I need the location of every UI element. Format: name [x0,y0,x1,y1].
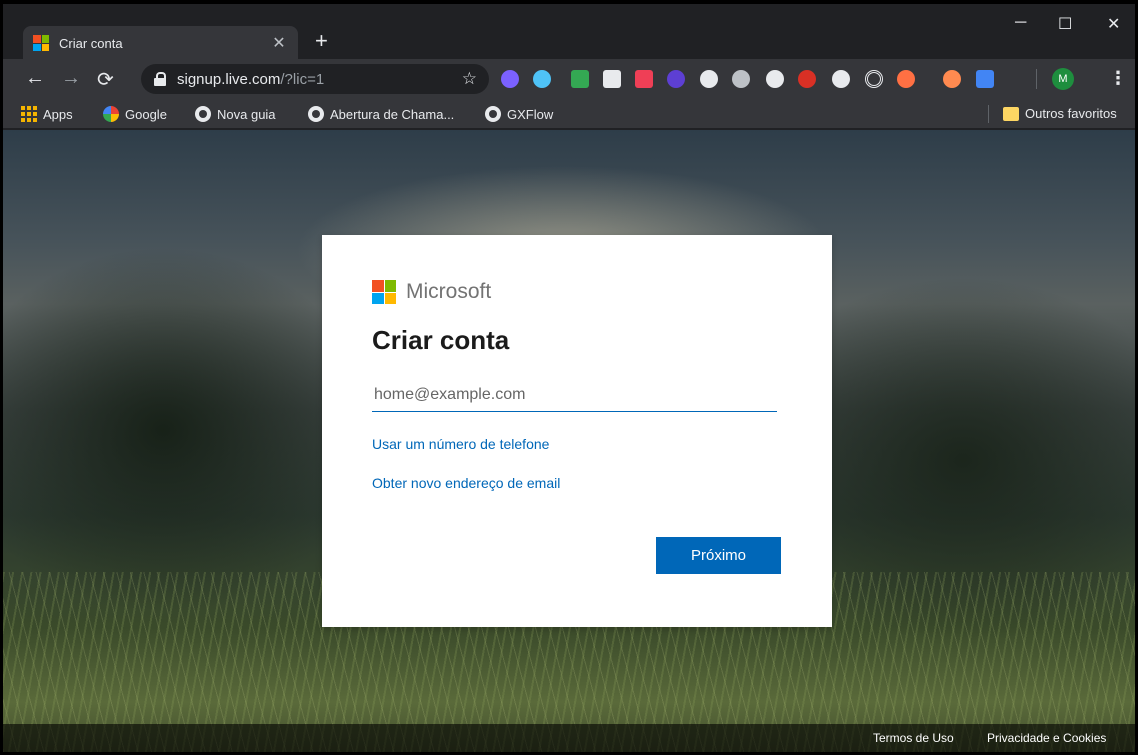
acrobat-icon[interactable] [667,70,685,88]
email-input[interactable] [372,378,777,412]
google-icon [103,106,119,122]
reload-button[interactable]: ⟳ [97,67,114,92]
close-tab-icon[interactable]: ✕ [270,33,288,53]
close-window-button[interactable]: ✕ [1107,14,1120,34]
apps-grid-icon [21,106,37,122]
bookmark-abertura[interactable]: Abertura de Chama... [308,106,454,122]
microsoft-brand: Microsoft [372,279,782,305]
globe-icon [195,106,211,122]
page-footer: Termos de Uso Privacidade e Cookies [3,724,1135,752]
maximize-button[interactable]: ☐ [1058,14,1072,34]
pocket-icon[interactable] [635,70,653,88]
forward-button[interactable]: → [61,67,81,90]
bookmarks-bar: Apps Google Nova guia Abertura de Chama.… [3,99,1135,129]
bookmark-label: Outros favoritos [1025,106,1117,121]
next-button[interactable]: Próximo [656,537,781,574]
page-background: Microsoft Criar conta Usar um número de … [3,130,1135,752]
folder-icon [1003,106,1019,121]
toolbar-divider [1036,69,1037,89]
bookmark-label: Apps [43,106,73,122]
shield-icon[interactable] [976,70,994,88]
bookmark-star-icon[interactable]: ☆ [462,69,477,89]
circle-icon[interactable] [700,70,718,88]
eye-icon[interactable] [832,70,850,88]
minimize-button[interactable]: ─ [1015,14,1026,32]
dots-icon[interactable] [533,70,551,88]
toolbar: ← → ⟳ signup.live.com /?lic=1 ☆ M ⋮ [3,59,1135,99]
profile-avatar[interactable]: M [1052,68,1074,90]
address-bar[interactable]: signup.live.com /?lic=1 ☆ [141,64,489,94]
bookmark-label: Abertura de Chama... [330,106,455,122]
maps-icon[interactable] [571,70,589,88]
bookmark-label: GXFlow [507,106,554,122]
use-phone-link[interactable]: Usar um número de telefone [372,436,782,452]
gear-icon[interactable] [732,70,750,88]
microsoft-logo-icon [372,280,396,304]
url-path: /?lic=1 [280,70,325,88]
drive-icon[interactable] [603,70,621,88]
bookmark-outros-favoritos[interactable]: Outros favoritos [1003,106,1117,121]
microsoft-favicon-icon [33,35,49,51]
abp-icon[interactable] [798,70,816,88]
record-icon[interactable] [766,70,784,88]
pen-icon[interactable] [897,70,915,88]
tab-title: Criar conta [59,35,123,51]
tab-criar-conta[interactable]: Criar conta ✕ [23,26,298,60]
page-title: Criar conta [372,325,510,355]
bookmark-google[interactable]: Google [103,106,167,122]
get-new-email-link[interactable]: Obter novo endereço de email [372,475,782,491]
target-icon[interactable] [865,70,883,88]
terms-link[interactable]: Termos de Uso [873,731,954,745]
bookmark-label: Google [125,106,167,122]
signup-card: Microsoft Criar conta Usar um número de … [322,235,832,627]
bookmark-apps[interactable]: Apps [21,106,73,122]
bookmark-label: Nova guia [217,106,276,122]
new-tab-button[interactable]: + [315,28,328,54]
menu-icon[interactable]: ⋮ [1109,68,1127,89]
bookmark-gxflow[interactable]: GXFlow [485,106,553,122]
globe-icon [485,106,501,122]
privacy-cookies-link[interactable]: Privacidade e Cookies [987,731,1106,745]
block-icon[interactable] [943,70,961,88]
brand-name: Microsoft [406,280,492,303]
browser-window: Criar conta ✕ + ─ ☐ ✕ ← → ⟳ signup.live.… [3,4,1135,752]
url-host: signup.live.com [177,70,281,88]
back-button[interactable]: ← [25,67,45,90]
puzzle-icon[interactable] [501,70,519,88]
tab-strip: Criar conta ✕ + ─ ☐ ✕ [3,4,1135,60]
bookmarks-divider [988,105,989,123]
bookmark-nova-guia[interactable]: Nova guia [195,106,276,122]
globe-icon [308,106,324,122]
lock-icon[interactable] [153,72,167,86]
